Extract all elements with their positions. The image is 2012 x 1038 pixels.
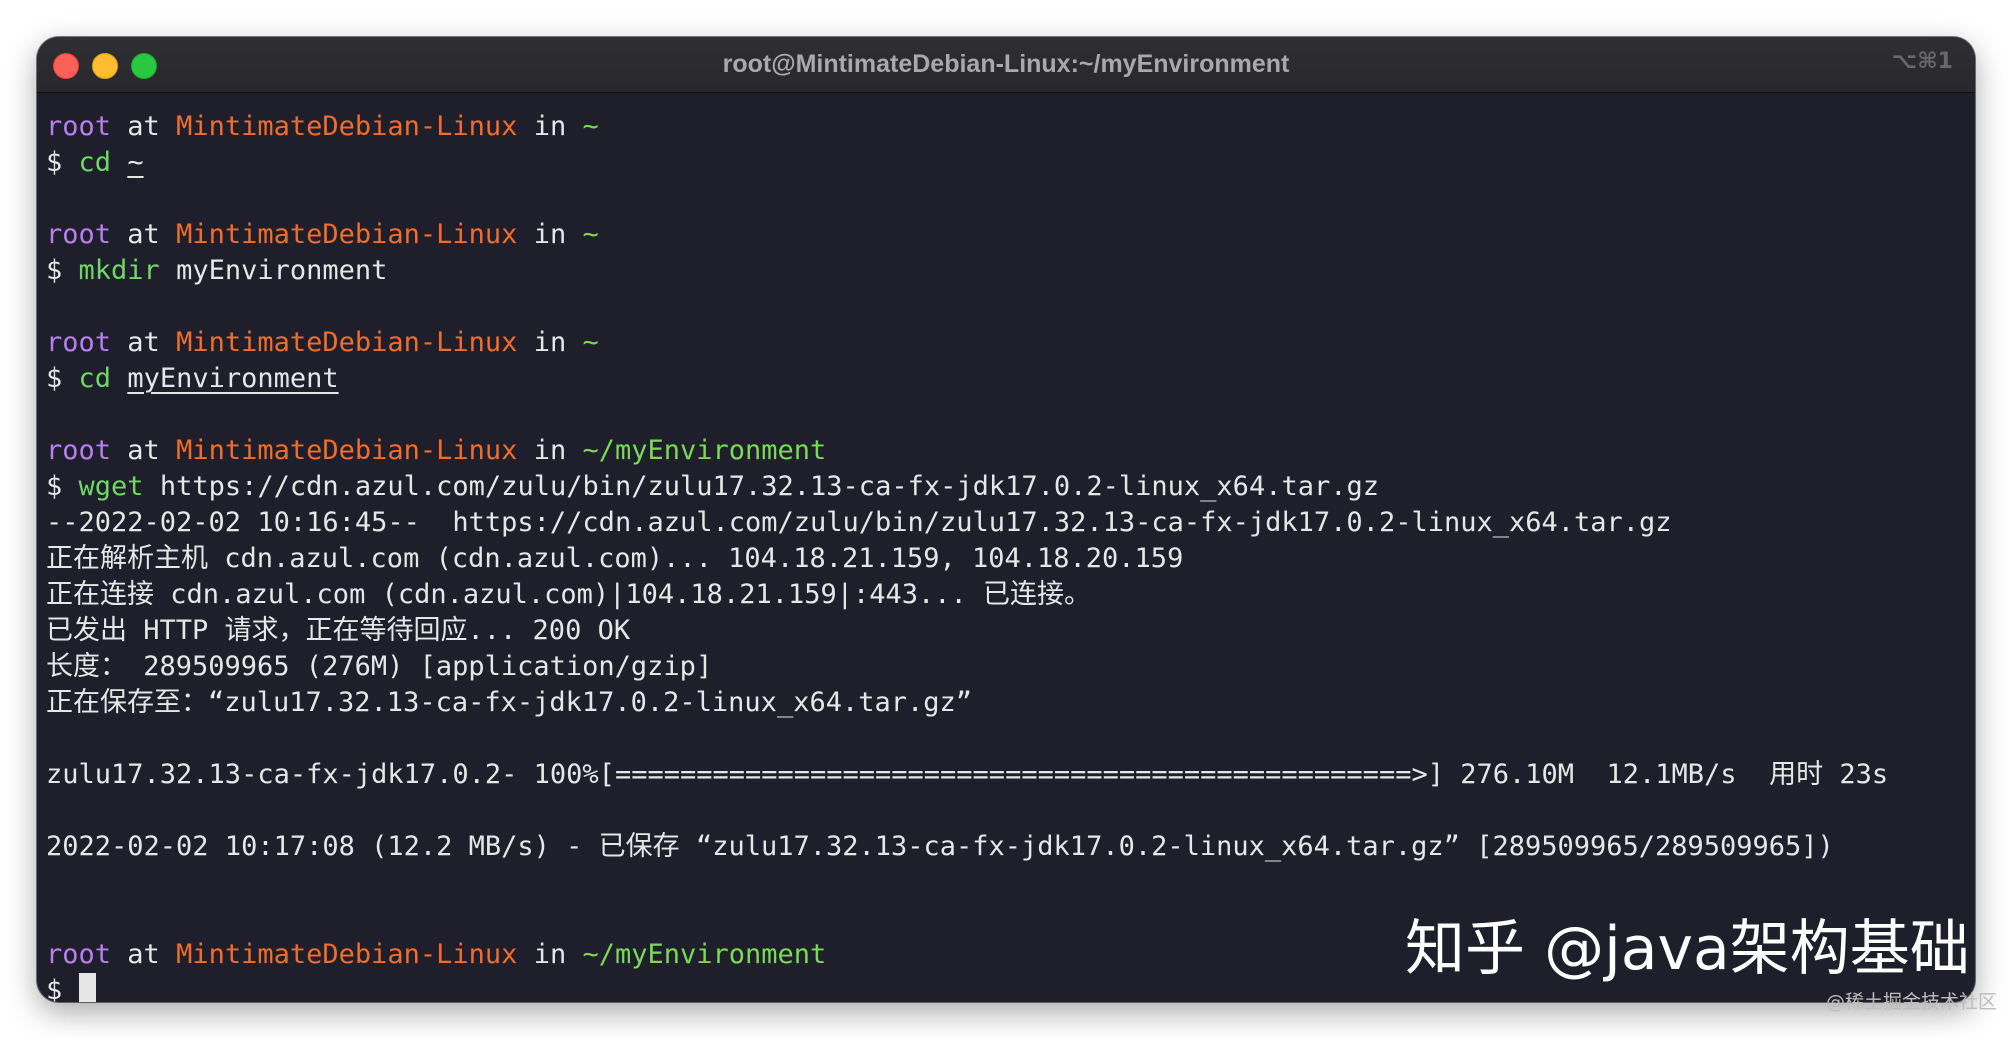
command-line: $ cd ~ bbox=[46, 145, 144, 181]
prompt-path: ~/myEnvironment bbox=[582, 435, 827, 466]
output-line: --2022-02-02 10:16:45-- https://cdn.azul… bbox=[46, 507, 1672, 538]
prompt-symbol: $ bbox=[46, 471, 63, 502]
prompt-host: MintimateDebian-Linux bbox=[176, 219, 518, 250]
prompt-line: root at MintimateDebian-Linux in ~/myEnv… bbox=[46, 937, 826, 973]
prompt-host: MintimateDebian-Linux bbox=[176, 327, 518, 358]
credit-text: @稀土掘金技术社区 bbox=[1826, 991, 1998, 1013]
window-title: root@MintimateDebian-Linux:~/myEnvironme… bbox=[722, 50, 1290, 78]
prompt-path: ~/myEnvironment bbox=[582, 939, 827, 970]
output-line: 正在解析主机 cdn.azul.com (cdn.azul.com)... 10… bbox=[46, 543, 1184, 574]
command-name: cd bbox=[78, 363, 112, 394]
prompt-user: root bbox=[46, 327, 112, 358]
prompt-host: MintimateDebian-Linux bbox=[176, 939, 518, 970]
command-line: $ mkdir myEnvironment bbox=[46, 253, 387, 289]
command-arg: myEnvironment bbox=[176, 255, 388, 286]
prompt-line: root at MintimateDebian-Linux in ~ bbox=[46, 325, 599, 361]
prompt-at: at bbox=[111, 111, 177, 142]
prompt-user: root bbox=[46, 939, 112, 970]
output-line: 2022-02-02 10:17:08 (12.2 MB/s) - 已保存 “z… bbox=[46, 831, 1834, 862]
command-line: $ wget https://cdn.azul.com/zulu/bin/zul… bbox=[46, 469, 1379, 505]
text-cursor bbox=[78, 973, 96, 1002]
keyboard-shortcut: ⌥⌘1 bbox=[1891, 49, 1953, 74]
command-line: $ cd myEnvironment bbox=[46, 361, 339, 397]
output-line: 长度： 289509965 (276M) [application/gzip] bbox=[46, 651, 713, 682]
prompt-line: root at MintimateDebian-Linux in ~ bbox=[46, 217, 599, 253]
prompt-user: root bbox=[46, 111, 112, 142]
prompt-user: root bbox=[46, 435, 112, 466]
prompt-symbol: $ bbox=[46, 363, 63, 394]
command-name: wget bbox=[78, 471, 144, 502]
prompt-at: at bbox=[111, 327, 177, 358]
prompt-path: ~ bbox=[582, 219, 599, 250]
output-line: 正在保存至：“zulu17.32.13-ca-fx-jdk17.0.2-linu… bbox=[46, 687, 973, 718]
prompt-at: at bbox=[111, 939, 177, 970]
prompt-in: in bbox=[517, 111, 583, 142]
prompt-user: root bbox=[46, 219, 112, 250]
output-line: 正在连接 cdn.azul.com (cdn.azul.com)|104.18.… bbox=[46, 579, 1092, 610]
command-arg: https://cdn.azul.com/zulu/bin/zulu17.32.… bbox=[159, 471, 1379, 502]
prompt-path: ~ bbox=[582, 111, 599, 142]
prompt-in: in bbox=[517, 327, 583, 358]
watermark-text: 知乎 @java架构基础 bbox=[1405, 914, 1970, 984]
command-arg: ~ bbox=[127, 147, 144, 178]
prompt-in: in bbox=[517, 435, 583, 466]
prompt-line: root at MintimateDebian-Linux in ~ bbox=[46, 109, 599, 145]
terminal-content[interactable]: root at MintimateDebian-Linux in ~ $ cd … bbox=[46, 93, 1975, 1002]
command-arg: myEnvironment bbox=[127, 363, 339, 394]
command-name: mkdir bbox=[78, 255, 160, 286]
prompt-at: at bbox=[111, 435, 177, 466]
progress-line: zulu17.32.13-ca-fx-jdk17.0.2- 100%[=====… bbox=[46, 759, 1889, 790]
terminal-window: root@MintimateDebian-Linux:~/myEnvironme… bbox=[37, 37, 1975, 1002]
prompt-symbol: $ bbox=[46, 255, 63, 286]
active-command-line[interactable]: $ bbox=[46, 973, 96, 1002]
prompt-symbol: $ bbox=[46, 147, 63, 178]
title-bar[interactable]: root@MintimateDebian-Linux:~/myEnvironme… bbox=[37, 37, 1975, 93]
prompt-in: in bbox=[517, 939, 583, 970]
command-name: cd bbox=[78, 147, 112, 178]
prompt-at: at bbox=[111, 219, 177, 250]
prompt-line: root at MintimateDebian-Linux in ~/myEnv… bbox=[46, 433, 826, 469]
prompt-symbol: $ bbox=[46, 975, 63, 1002]
prompt-host: MintimateDebian-Linux bbox=[176, 111, 518, 142]
prompt-path: ~ bbox=[582, 327, 599, 358]
output-line: 已发出 HTTP 请求，正在等待回应... 200 OK bbox=[46, 615, 631, 646]
prompt-in: in bbox=[517, 219, 583, 250]
prompt-host: MintimateDebian-Linux bbox=[176, 435, 518, 466]
